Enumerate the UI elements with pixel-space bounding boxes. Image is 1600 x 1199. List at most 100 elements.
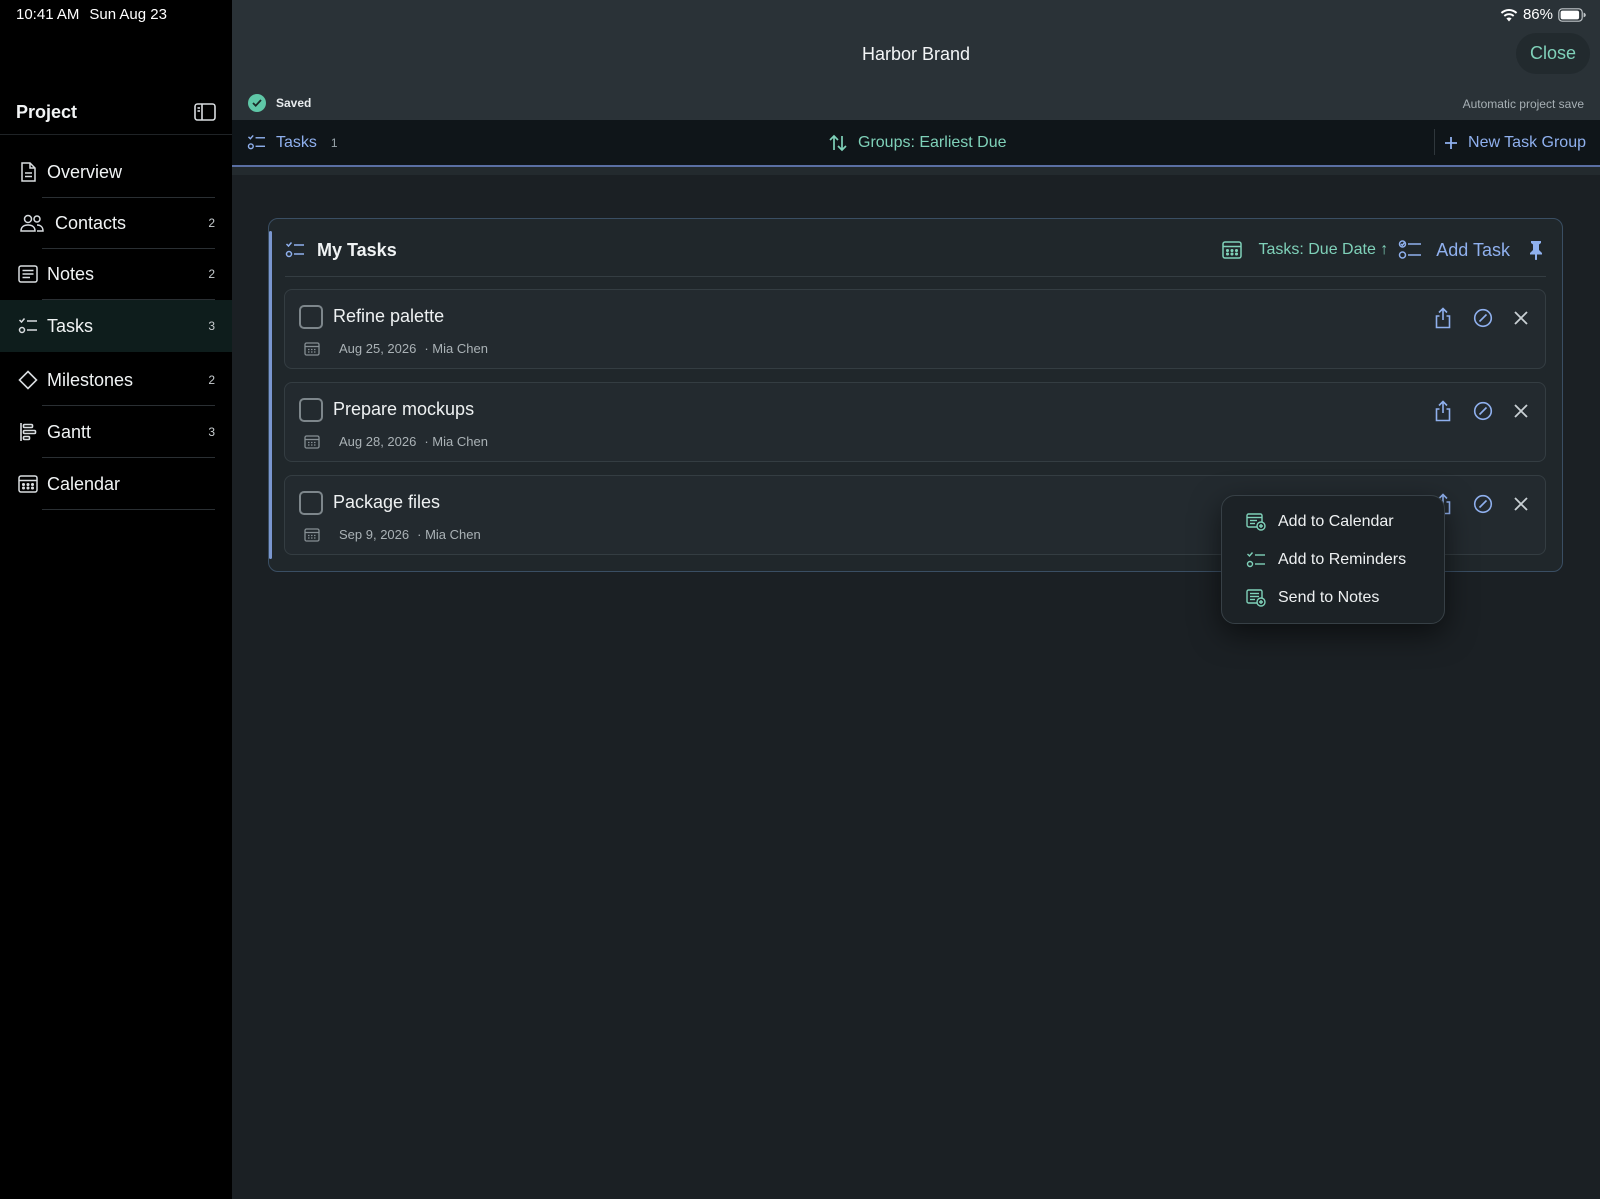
task-row[interactable]: Prepare mockups Aug 28, 2026 · Mia Chen — [284, 382, 1546, 462]
notes-add-icon — [1246, 589, 1266, 607]
notes-icon — [17, 263, 39, 285]
close-icon[interactable] — [1513, 403, 1529, 419]
menu-item-send-to-notes[interactable]: Send to Notes — [1246, 585, 1379, 611]
checklist-icon — [1398, 239, 1422, 261]
task-checkbox[interactable] — [299, 398, 323, 422]
diamond-icon — [17, 369, 39, 391]
sidebar-item-calendar[interactable]: Calendar — [0, 458, 232, 510]
plus-icon — [1444, 136, 1458, 150]
pin-icon[interactable] — [1528, 240, 1544, 260]
task-due-date: Aug 25, 2026 — [339, 341, 417, 356]
sidebar-item-gantt[interactable]: Gantt 3 — [0, 406, 232, 458]
autosave-label: Automatic project save — [1462, 97, 1584, 111]
checklist-icon — [285, 241, 305, 259]
close-button[interactable]: Close — [1516, 33, 1590, 74]
task-group-divider — [285, 276, 1546, 277]
calendar-icon — [304, 342, 320, 356]
task-checkbox[interactable] — [299, 491, 323, 515]
tasks-filter[interactable]: Tasks 1 — [247, 120, 338, 165]
sidebar-item-count: 2 — [208, 373, 215, 387]
task-assignee: · Mia Chen — [424, 341, 488, 356]
menu-item-label: Add to Reminders — [1278, 551, 1407, 568]
sidebar-item-label: Gantt — [47, 421, 92, 442]
checklist-icon — [247, 134, 266, 151]
people-icon — [17, 212, 47, 234]
sidebar-item-contacts[interactable]: Contacts 2 — [0, 197, 232, 249]
status-bar-left: 10:41 AM Sun Aug 23 — [16, 6, 167, 23]
menu-item-label: Send to Notes — [1278, 589, 1380, 606]
menu-item-add-to-reminders[interactable]: Add to Reminders — [1246, 547, 1406, 573]
sidebar-item-label: Overview — [47, 161, 123, 182]
calendar-icon[interactable] — [1222, 241, 1243, 259]
task-row[interactable]: Refine palette Aug 25, 2026 · Mia Chen — [284, 289, 1546, 369]
wifi-icon — [1500, 8, 1518, 22]
sort-arrows-icon — [828, 134, 848, 152]
sidebar-item-label: Tasks — [47, 315, 94, 336]
battery-icon — [1558, 7, 1586, 22]
calendar-icon — [304, 528, 320, 542]
calendar-add-icon — [1246, 513, 1266, 531]
cancel-task-icon[interactable] — [1473, 308, 1493, 328]
tasks-filter-label: Tasks — [276, 133, 317, 151]
cancel-task-icon[interactable] — [1473, 401, 1493, 421]
task-actions — [1433, 493, 1529, 515]
task-checkbox[interactable] — [299, 305, 323, 329]
status-time: 10:41 AM — [16, 6, 80, 23]
menu-item-add-to-calendar[interactable]: Add to Calendar — [1246, 509, 1394, 535]
new-task-group-button[interactable]: New Task Group — [1444, 120, 1586, 165]
task-due-date: Sep 9, 2026 — [339, 527, 410, 542]
task-group-header: My Tasks Tasks: Due Date ↑ Add Task — [285, 233, 1544, 267]
close-icon[interactable] — [1513, 310, 1529, 326]
task-name: Package files — [333, 492, 441, 512]
group-sort-button[interactable]: Groups: Earliest Due — [828, 120, 1007, 165]
sidebar-item-notes[interactable]: Notes 2 — [0, 248, 232, 300]
reminders-icon — [1246, 551, 1266, 569]
document-icon — [17, 161, 39, 183]
page-title: Harbor Brand — [861, 44, 971, 64]
calendar-icon — [304, 435, 320, 449]
menu-item-label: Add to Calendar — [1278, 513, 1394, 530]
sidebar-item-count: 3 — [208, 319, 215, 333]
task-assignee: · Mia Chen — [417, 527, 481, 542]
close-icon[interactable] — [1513, 496, 1529, 512]
content-header-strip — [232, 167, 1600, 175]
top-bar: 86% Harbor Brand Close Saved Automatic p… — [232, 0, 1600, 120]
task-actions — [1433, 400, 1529, 422]
gantt-icon — [17, 421, 39, 443]
task-name: Refine palette — [333, 306, 445, 326]
task-sort-button[interactable]: Tasks: Due Date ↑ — [1258, 241, 1388, 259]
task-actions — [1433, 307, 1529, 329]
task-name: Prepare mockups — [333, 399, 475, 419]
tasks-toolbar: Tasks 1 Groups: Earliest Due New Task Gr… — [232, 120, 1600, 167]
add-task-button[interactable]: Add Task — [1436, 240, 1510, 261]
sidebar-item-overview[interactable]: Overview — [0, 146, 232, 198]
checkmark-icon — [248, 94, 266, 112]
status-date: Sun Aug 23 — [89, 6, 167, 23]
battery-percent: 86% — [1522, 6, 1553, 23]
checklist-icon — [17, 315, 39, 337]
share-icon[interactable] — [1433, 400, 1453, 422]
cancel-task-icon[interactable] — [1473, 494, 1493, 514]
group-sort-label: Groups: Earliest Due — [858, 133, 1007, 151]
task-group-title: My Tasks — [317, 239, 397, 260]
sidebar-separator — [42, 509, 215, 510]
sidebar-item-label: Milestones — [47, 369, 134, 390]
sidebar-item-count: 3 — [208, 425, 215, 439]
sidebar-header: Project — [16, 97, 216, 127]
sidebar-title: Project — [16, 101, 78, 122]
sidebar-item-tasks[interactable]: Tasks 3 — [0, 300, 232, 352]
task-meta: Aug 28, 2026 · Mia Chen — [339, 434, 488, 449]
status-bar-right: 86% — [1500, 6, 1586, 23]
saved-label: Saved — [276, 96, 312, 110]
task-due-date: Aug 28, 2026 — [339, 434, 417, 449]
sidebar: 10:41 AM Sun Aug 23 Project Overview Cont… — [0, 0, 232, 1199]
task-group-actions: Tasks: Due Date ↑ Add Task — [1222, 233, 1544, 267]
sidebar-item-label: Calendar — [47, 473, 121, 494]
tasks-filter-count: 1 — [330, 135, 338, 150]
sidebar-item-label: Contacts — [55, 212, 127, 233]
sidebar-divider — [0, 134, 232, 135]
toolbar-divider — [1434, 129, 1435, 155]
sidebar-item-milestones[interactable]: Milestones 2 — [0, 354, 232, 406]
share-icon[interactable] — [1433, 307, 1453, 329]
sidebar-toggle-icon[interactable] — [194, 103, 216, 121]
